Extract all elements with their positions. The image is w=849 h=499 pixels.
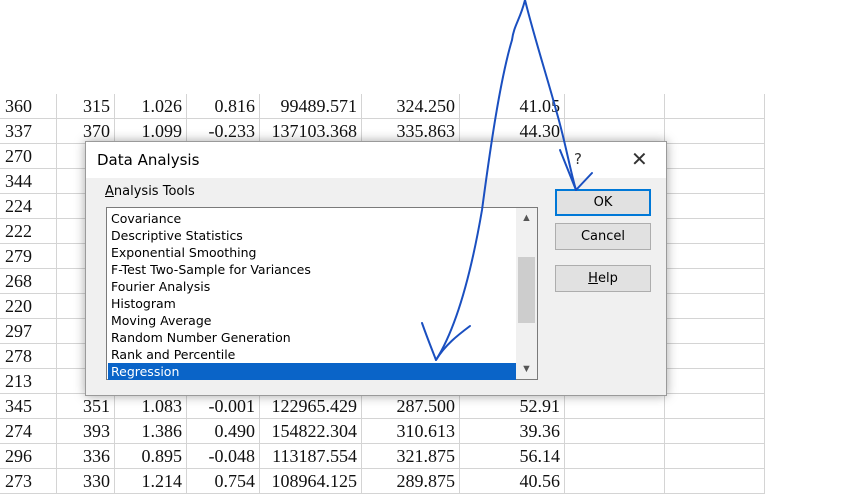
- analysis-tools-label: Analysis Tools: [105, 184, 195, 199]
- empty-cell[interactable]: [565, 419, 665, 444]
- empty-cell[interactable]: [565, 444, 665, 469]
- empty-cell[interactable]: [665, 269, 765, 294]
- empty-cell[interactable]: [665, 169, 765, 194]
- empty-cell[interactable]: [665, 244, 765, 269]
- cancel-button[interactable]: Cancel: [555, 223, 651, 250]
- list-item[interactable]: Rank and Percentile: [108, 346, 516, 363]
- list-item[interactable]: Fourier Analysis: [108, 278, 516, 295]
- empty-cell[interactable]: [665, 294, 765, 319]
- table-cell[interactable]: 360: [0, 94, 57, 119]
- table-cell[interactable]: 222: [0, 219, 57, 244]
- empty-cell[interactable]: [665, 419, 765, 444]
- list-item[interactable]: F-Test Two-Sample for Variances: [108, 261, 516, 278]
- table-cell[interactable]: 310.613: [362, 419, 460, 444]
- empty-cell[interactable]: [565, 94, 665, 119]
- table-cell[interactable]: 351: [57, 394, 115, 419]
- table-cell[interactable]: 41.05: [460, 94, 565, 119]
- empty-cell[interactable]: [665, 394, 765, 419]
- table-cell[interactable]: 278: [0, 344, 57, 369]
- table-cell[interactable]: 0.895: [115, 444, 187, 469]
- table-cell[interactable]: 154822.304: [260, 419, 362, 444]
- table-cell[interactable]: 297: [0, 319, 57, 344]
- table-cell[interactable]: 268: [0, 269, 57, 294]
- table-cell[interactable]: 270: [0, 144, 57, 169]
- table-cell[interactable]: 39.36: [460, 419, 565, 444]
- empty-cell[interactable]: [665, 194, 765, 219]
- table-cell[interactable]: 337: [0, 119, 57, 144]
- table-cell[interactable]: 113187.554: [260, 444, 362, 469]
- listbox-scrollbar[interactable]: ▲ ▼: [516, 208, 537, 379]
- table-cell[interactable]: 99489.571: [260, 94, 362, 119]
- table-cell[interactable]: -0.048: [187, 444, 260, 469]
- table-cell[interactable]: 344: [0, 169, 57, 194]
- list-item[interactable]: Covariance: [108, 210, 516, 227]
- table-cell[interactable]: 274: [0, 419, 57, 444]
- empty-cell[interactable]: [665, 219, 765, 244]
- table-cell[interactable]: 296: [0, 444, 57, 469]
- dialog-title: Data Analysis: [97, 151, 200, 169]
- table-cell[interactable]: 321.875: [362, 444, 460, 469]
- empty-cell[interactable]: [665, 469, 765, 494]
- empty-cell[interactable]: [565, 469, 665, 494]
- list-item[interactable]: Histogram: [108, 295, 516, 312]
- help-mnemonic: H: [588, 271, 598, 286]
- table-cell[interactable]: 1.386: [115, 419, 187, 444]
- table-cell[interactable]: 345: [0, 394, 57, 419]
- table-cell[interactable]: 56.14: [460, 444, 565, 469]
- list-item[interactable]: Exponential Smoothing: [108, 244, 516, 261]
- table-cell[interactable]: 393: [57, 419, 115, 444]
- list-item[interactable]: Random Number Generation: [108, 329, 516, 346]
- table-cell[interactable]: 0.816: [187, 94, 260, 119]
- table-cell[interactable]: 220: [0, 294, 57, 319]
- scroll-thumb[interactable]: [518, 257, 535, 323]
- data-analysis-dialog: Data Analysis ? ✕ Analysis Tools ▲ ▼ Cov…: [85, 141, 667, 396]
- help-rest: elp: [597, 271, 618, 286]
- empty-cell[interactable]: [665, 119, 765, 144]
- table-cell[interactable]: 108964.125: [260, 469, 362, 494]
- scroll-up-arrow-icon[interactable]: ▲: [516, 208, 537, 228]
- empty-cell[interactable]: [565, 394, 665, 419]
- table-cell[interactable]: -0.001: [187, 394, 260, 419]
- ok-button[interactable]: OK: [555, 189, 651, 216]
- dialog-titlebar: Data Analysis ? ✕: [86, 142, 666, 178]
- table-cell[interactable]: 330: [57, 469, 115, 494]
- empty-cell[interactable]: [665, 94, 765, 119]
- list-item[interactable]: Moving Average: [108, 312, 516, 329]
- table-cell[interactable]: 1.026: [115, 94, 187, 119]
- table-cell[interactable]: 315: [57, 94, 115, 119]
- table-cell[interactable]: 279: [0, 244, 57, 269]
- list-item[interactable]: Regression: [108, 363, 516, 380]
- table-cell[interactable]: 1.214: [115, 469, 187, 494]
- table-cell[interactable]: 52.91: [460, 394, 565, 419]
- table-cell[interactable]: 289.875: [362, 469, 460, 494]
- table-cell[interactable]: 287.500: [362, 394, 460, 419]
- table-cell[interactable]: 213: [0, 369, 57, 394]
- scroll-down-arrow-icon[interactable]: ▼: [516, 359, 537, 379]
- empty-cell[interactable]: [665, 319, 765, 344]
- empty-cell[interactable]: [665, 144, 765, 169]
- table-cell[interactable]: 40.56: [460, 469, 565, 494]
- table-cell[interactable]: 273: [0, 469, 57, 494]
- table-cell[interactable]: 224: [0, 194, 57, 219]
- table-cell[interactable]: 0.754: [187, 469, 260, 494]
- close-icon[interactable]: ✕: [631, 147, 648, 171]
- label-mnemonic: A: [105, 184, 114, 199]
- help-question-icon[interactable]: ?: [574, 150, 582, 168]
- analysis-tools-listbox[interactable]: ▲ ▼ Covariance Descriptive Statistics Expo…: [106, 207, 538, 380]
- table-cell[interactable]: 0.490: [187, 419, 260, 444]
- table-cell[interactable]: 1.083: [115, 394, 187, 419]
- table-cell[interactable]: 122965.429: [260, 394, 362, 419]
- list-item[interactable]: Descriptive Statistics: [108, 227, 516, 244]
- table-cell[interactable]: 336: [57, 444, 115, 469]
- label-rest: nalysis Tools: [113, 184, 195, 199]
- empty-cell[interactable]: [665, 344, 765, 369]
- empty-cell[interactable]: [665, 444, 765, 469]
- empty-cell[interactable]: [665, 369, 765, 394]
- help-button[interactable]: Help: [555, 265, 651, 292]
- table-cell[interactable]: 324.250: [362, 94, 460, 119]
